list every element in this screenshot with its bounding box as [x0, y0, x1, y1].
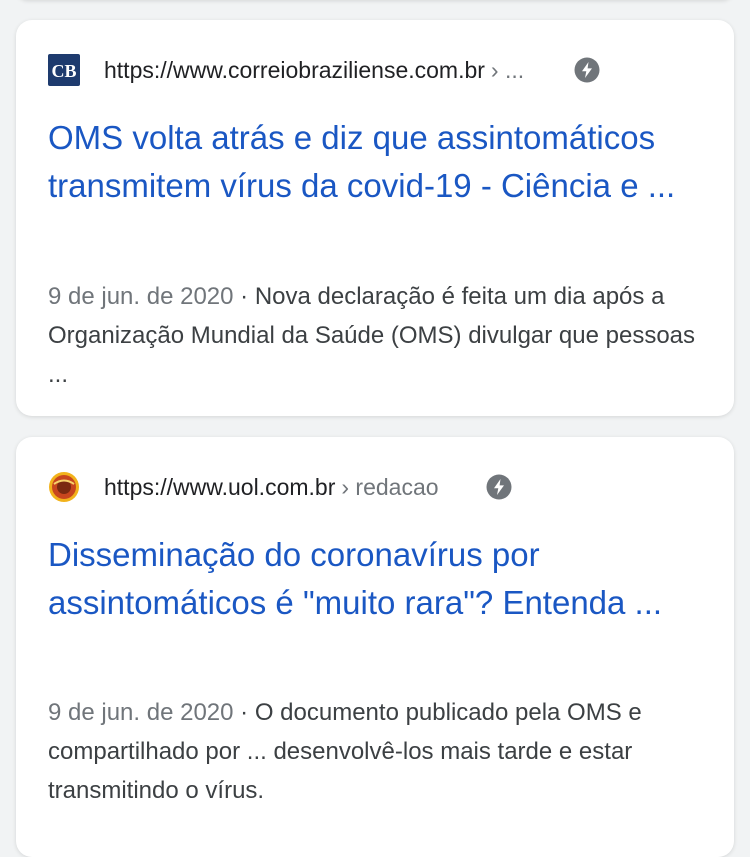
search-result-card: https://www.uol.com.br › redacao Dissemi…: [16, 437, 734, 857]
result-url: https://www.uol.com.br: [104, 473, 336, 500]
date-separator: ·: [233, 283, 255, 310]
result-snippet: 9 de jun. de 2020 · O documento publicad…: [48, 693, 704, 810]
result-source[interactable]: CB https://www.correiobraziliense.com.br…: [48, 54, 704, 86]
amp-lightning-icon: [574, 57, 600, 83]
result-title-link[interactable]: OMS volta atrás e diz que assintomáticos…: [48, 114, 704, 210]
result-breadcrumb: › redacao: [341, 473, 439, 500]
amp-lightning-icon: [486, 474, 512, 500]
result-snippet: 9 de jun. de 2020 · Nova declaração é fe…: [48, 277, 704, 394]
result-url: https://www.correiobraziliense.com.br: [104, 56, 485, 83]
date-separator: ·: [233, 699, 255, 726]
uol-logo-icon: [49, 472, 79, 502]
result-date: 9 de jun. de 2020: [48, 283, 234, 310]
result-source[interactable]: https://www.uol.com.br › redacao: [48, 471, 704, 503]
result-date: 9 de jun. de 2020: [48, 699, 234, 726]
result-title-link[interactable]: Disseminação do coronavírus por assintom…: [48, 531, 704, 627]
result-breadcrumb: › ...: [490, 56, 525, 83]
svg-text:CB: CB: [51, 61, 76, 81]
correio-braziliense-logo-icon: CB: [48, 54, 80, 86]
search-result-card: CB https://www.correiobraziliense.com.br…: [16, 20, 734, 416]
